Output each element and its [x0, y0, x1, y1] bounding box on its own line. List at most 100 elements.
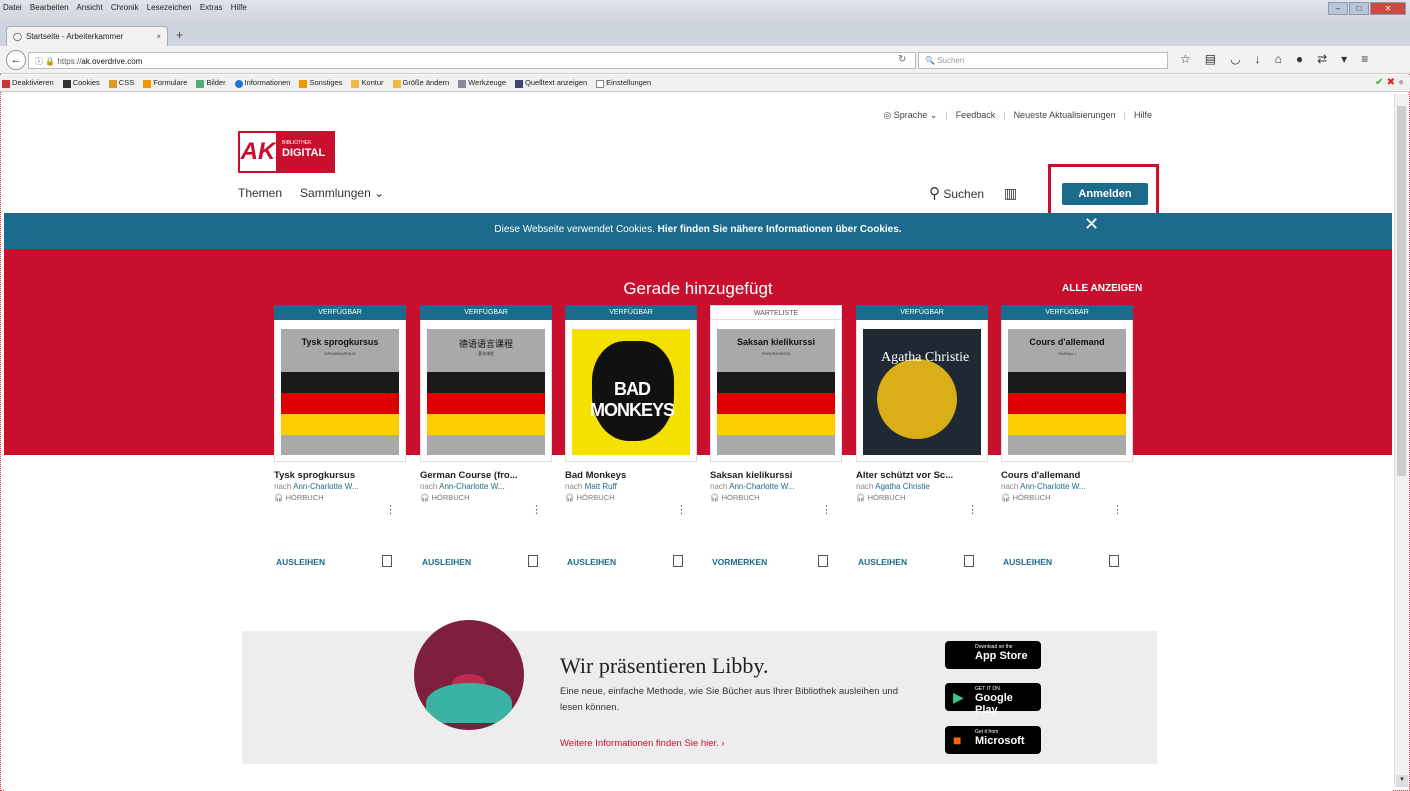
borrow-button[interactable]: AUSLEIHEN [858, 557, 907, 567]
bookmark-icon[interactable] [964, 555, 974, 567]
more-options-icon[interactable]: ⋮ [967, 503, 978, 516]
book-title[interactable]: Tysk sprogkursus [274, 470, 406, 482]
devbar-formulare[interactable]: Formulare [143, 78, 187, 88]
devbar-quelltext[interactable]: Quelltext anzeigen [515, 78, 587, 88]
book-title[interactable]: Alter schützt vor Sc... [856, 470, 988, 482]
book-title[interactable]: Saksan kielikurssi [710, 470, 842, 482]
menu-extras[interactable]: Extras [200, 3, 223, 12]
borrow-button[interactable]: AUSLEIHEN [422, 557, 471, 567]
menu-hilfe[interactable]: Hilfe [231, 3, 247, 12]
microsoft-store-badge[interactable]: ■ Get it from Microsoft [945, 726, 1041, 754]
book-title[interactable]: Bad Monkeys [565, 470, 697, 482]
feedback-link[interactable]: Feedback [956, 110, 996, 121]
borrow-button[interactable]: AUSLEIHEN [567, 557, 616, 567]
cookie-info-link[interactable]: Hier finden Sie nähere Informationen übe… [658, 224, 902, 235]
devbar-einstellungen[interactable]: Einstellungen [596, 78, 651, 88]
hold-button[interactable]: VORMERKEN [712, 557, 767, 567]
back-button[interactable]: ← [6, 50, 26, 70]
availability-badge: VERFÜGBAR [856, 305, 988, 320]
book-cover[interactable]: 德语语言课程 基本课程 [427, 329, 545, 455]
libby-more-link[interactable]: Weitere Informationen finden Sie hier. › [560, 738, 725, 749]
nav-sammlungen[interactable]: Sammlungen ⌄ [300, 186, 384, 200]
book-author: nach Ann-Charlotte W... [274, 482, 359, 491]
devbar-informationen[interactable]: Informationen [234, 78, 290, 88]
vertical-scrollbar[interactable] [1394, 94, 1408, 787]
language-link[interactable]: ◎ Sprache ⌄ [883, 110, 937, 121]
book-card: VERFÜGBAR Tysk sprogkursus GRUNDKURSUS T… [274, 305, 406, 577]
reading-list-icon[interactable]: ▤ [1205, 52, 1216, 66]
hamburger-menu-icon[interactable]: ≡ [1361, 52, 1368, 66]
more-options-icon[interactable]: ⋮ [531, 503, 542, 516]
pocket-icon[interactable]: ◡ [1230, 52, 1240, 66]
bookmark-icon[interactable] [673, 555, 683, 567]
menu-chronik[interactable]: Chronik [111, 3, 139, 12]
menu-datei[interactable]: Datei [3, 3, 22, 12]
tab-title: Startseite - Arbeiterkammer [25, 32, 124, 41]
cookie-close-icon[interactable]: ✕ [1084, 214, 1099, 235]
devbar-cookies[interactable]: Cookies [62, 78, 100, 88]
browser-search-input[interactable]: 🔍 Suchen [918, 52, 1168, 69]
borrow-button[interactable]: AUSLEIHEN [276, 557, 325, 567]
devbar-werkzeuge[interactable]: Werkzeuge [458, 78, 506, 88]
bookmark-icon[interactable] [818, 555, 828, 567]
more-options-icon[interactable]: ⋮ [821, 503, 832, 516]
scrollbar-thumb[interactable] [1397, 106, 1406, 476]
devbar-groesse[interactable]: Größe ändern [392, 78, 449, 88]
book-cover[interactable]: BAD MONKEYS [572, 329, 690, 455]
bookmark-icon[interactable] [382, 555, 392, 567]
nav-themen[interactable]: Themen [238, 186, 282, 200]
url-bar[interactable]: ⓘ 🔒 https://ak.overdrive.com [28, 52, 916, 69]
error-icon: ✖ [1386, 77, 1395, 88]
see-all-link[interactable]: ALLE ANZEIGEN [1062, 283, 1142, 294]
menu-lesezeichen[interactable]: Lesezeichen [147, 3, 192, 12]
maximize-button[interactable]: □ [1349, 2, 1369, 15]
tab-close-icon[interactable]: × [156, 32, 161, 41]
bookmark-star-icon[interactable]: ☆ [1180, 52, 1191, 66]
reload-icon[interactable]: ↻ [898, 54, 906, 65]
addon-icon[interactable]: ⇄ [1317, 52, 1327, 66]
more-options-icon[interactable]: ⋮ [1112, 503, 1123, 516]
browser-tab[interactable]: ◯ Startseite - Arbeiterkammer × [6, 26, 168, 46]
devbar-deaktivieren[interactable]: Deaktivieren [2, 78, 54, 88]
borrow-button[interactable]: AUSLEIHEN [1003, 557, 1052, 567]
header-top-links: ◎ Sprache ⌄ | Feedback | Neueste Aktualisi… [883, 110, 1152, 121]
ak-logo[interactable]: AK BIBLIOTHEK DIGITAL [238, 131, 335, 173]
search-button[interactable]: ⚲ Suchen [929, 184, 984, 202]
book-cover[interactable]: Saksan kielikurssi PERUSKURSSI [717, 329, 835, 455]
section-title: Gerade hinzugefügt [623, 279, 773, 298]
devbar-css[interactable]: CSS [108, 78, 134, 88]
menu-ansicht[interactable]: Ansicht [76, 3, 102, 12]
extension-icon[interactable]: ● [1296, 52, 1303, 66]
minimize-button[interactable]: – [1328, 2, 1348, 15]
book-cover[interactable]: Cours d'allemand NIVEAU I [1008, 329, 1126, 455]
bookshelf-icon[interactable]: ▥ [1004, 185, 1017, 202]
devbar-bilder[interactable]: Bilder [196, 78, 226, 88]
book-title[interactable]: Cours d'allemand [1001, 470, 1133, 482]
bookmark-icon[interactable] [1109, 555, 1119, 567]
devbar-sonstiges[interactable]: Sonstiges [299, 78, 342, 88]
devbar-kontur[interactable]: Kontur [351, 78, 384, 88]
book-card: VERFÜGBAR BAD MONKEYS Bad Monkeys nach M… [565, 305, 697, 577]
more-options-icon[interactable]: ⋮ [676, 503, 687, 516]
menu-bar: Datei Bearbeiten Ansicht Chronik Lesezei… [0, 0, 1410, 22]
help-link[interactable]: Hilfe [1134, 110, 1152, 121]
menu-bearbeiten[interactable]: Bearbeiten [30, 3, 69, 12]
book-cover[interactable]: Tysk sprogkursus GRUNDKURSUS [281, 329, 399, 455]
login-button[interactable]: Anmelden [1062, 183, 1148, 205]
more-options-icon[interactable]: ⋮ [385, 503, 396, 516]
tab-bar: ◯ Startseite - Arbeiterkammer × + [0, 22, 1410, 46]
google-play-badge[interactable]: ▶ GET IT ON Google Play [945, 683, 1041, 716]
tab-favicon-icon: ◯ [13, 32, 22, 41]
logo-bibliothek-digital: BIBLIOTHEK DIGITAL [278, 131, 335, 173]
bookmark-icon[interactable] [528, 555, 538, 567]
home-icon[interactable]: ⌂ [1275, 52, 1282, 66]
scroll-down-arrow-icon[interactable]: ▾ [1396, 775, 1408, 787]
book-title[interactable]: German Course (fro... [420, 470, 552, 482]
book-cover[interactable]: Agatha Christie [863, 329, 981, 455]
app-store-badge[interactable]: Download on the App Store [945, 641, 1041, 669]
download-icon[interactable]: ↓ [1255, 52, 1261, 66]
close-window-button[interactable]: ✕ [1370, 2, 1406, 15]
dropdown-icon[interactable]: ▾ [1341, 52, 1347, 66]
updates-link[interactable]: Neueste Aktualisierungen [1014, 110, 1116, 121]
new-tab-button[interactable]: + [176, 28, 183, 42]
